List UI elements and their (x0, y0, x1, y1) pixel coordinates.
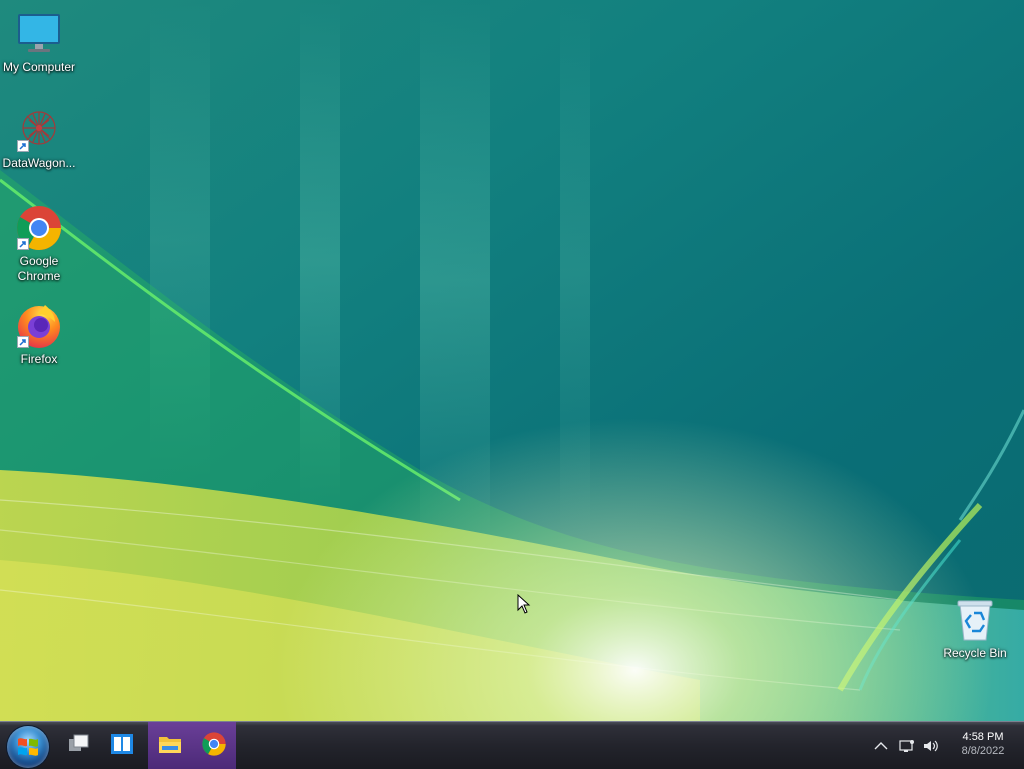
recycle-bin-icon (951, 596, 999, 644)
desktop-icon-label: Google Chrome (17, 254, 61, 283)
start-button[interactable] (7, 726, 49, 768)
shortcut-arrow-icon (17, 238, 29, 250)
desktop-icon-firefox[interactable]: Firefox (0, 302, 79, 367)
clock[interactable]: 4:58 PM 8/8/2022 (948, 730, 1018, 758)
chrome-icon (202, 732, 226, 756)
volume-icon[interactable] (922, 738, 940, 754)
taskbar-chrome[interactable] (192, 722, 236, 769)
chrome-icon (15, 204, 63, 252)
folder-icon (159, 737, 181, 753)
firefox-icon (15, 302, 63, 350)
chevron-up-icon[interactable] (872, 738, 890, 754)
windows-logo-icon (18, 738, 38, 756)
task-view-button[interactable] (100, 722, 144, 769)
show-desktop-button[interactable] (56, 722, 100, 769)
desktop-icon-label: My Computer (2, 60, 76, 74)
desktop-wallpaper (0, 0, 1024, 721)
desktop-icon-label: DataWagon... (2, 156, 76, 170)
desktop-icon-google-chrome[interactable]: Google Chrome (0, 204, 79, 284)
desktop-icon-datawagon[interactable]: DataWagon... (0, 106, 79, 171)
clock-time: 4:58 PM (962, 731, 1004, 743)
taskbar: 4:58 PM 8/8/2022 (0, 721, 1024, 769)
clock-date: 8/8/2022 (961, 745, 1005, 757)
shortcut-arrow-icon (17, 336, 29, 348)
desktop-icon-label: Firefox (20, 352, 58, 366)
datawagon-icon (15, 106, 63, 154)
taskbar-file-explorer[interactable] (148, 722, 192, 769)
desktop-icon-label: Recycle Bin (943, 646, 1007, 660)
mouse-cursor-icon (517, 594, 531, 614)
desktop-icon-recycle-bin[interactable]: Recycle Bin (935, 596, 1015, 661)
network-icon[interactable] (898, 738, 916, 754)
task-view-icon (111, 734, 133, 754)
shortcut-arrow-icon (17, 140, 29, 152)
show-desktop-icon (69, 734, 89, 751)
monitor-icon (15, 10, 63, 58)
desktop-icon-my-computer[interactable]: My Computer (0, 10, 79, 75)
